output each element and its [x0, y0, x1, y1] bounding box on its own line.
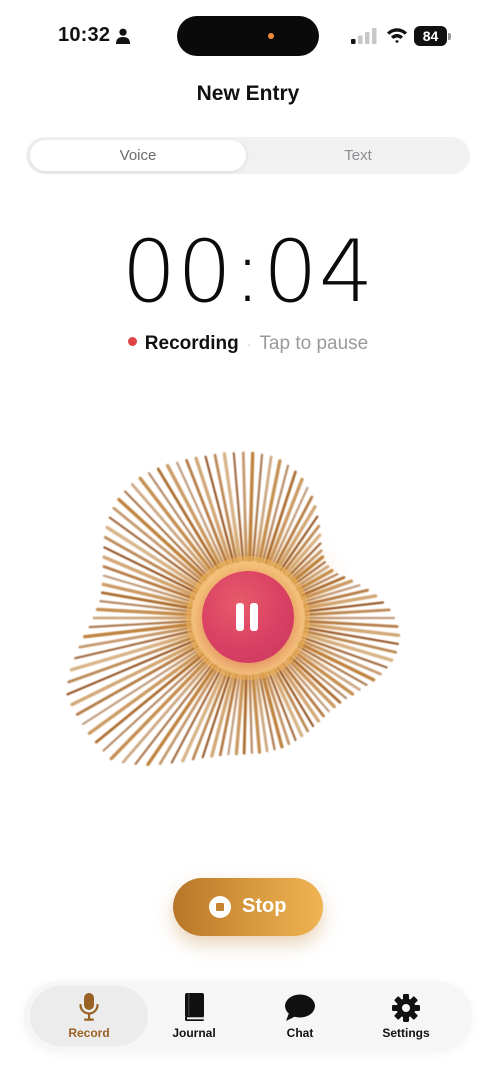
- stop-label: Stop: [242, 895, 287, 917]
- status-time: 10:32: [58, 24, 111, 46]
- tab-text[interactable]: Text: [250, 140, 466, 171]
- stop-icon: [209, 896, 231, 918]
- battery-level: 84: [414, 26, 447, 46]
- gear-icon: [392, 994, 420, 1022]
- chat-bubble-icon: [285, 994, 315, 1021]
- battery-cap: [448, 33, 451, 40]
- tab-voice[interactable]: Voice: [30, 140, 246, 171]
- person-icon: [116, 28, 130, 44]
- tab-chat-label: Chat: [286, 1026, 314, 1040]
- recording-state-label: Recording: [144, 333, 239, 354]
- tab-chat[interactable]: Chat: [254, 981, 346, 1051]
- tab-journal-label: Journal: [172, 1026, 216, 1040]
- recording-timer: 00:04: [121, 222, 375, 322]
- tab-record-label: Record: [68, 1026, 110, 1040]
- tab-journal[interactable]: Journal: [148, 981, 240, 1051]
- stop-button[interactable]: Stop: [173, 878, 323, 936]
- recording-indicator-dot: [127, 337, 137, 347]
- recording-status: Recording · Tap to pause: [0, 333, 496, 355]
- tap-to-pause-hint[interactable]: Tap to pause: [259, 333, 368, 354]
- pause-icon: [236, 603, 260, 631]
- battery-indicator: 84: [414, 26, 452, 46]
- mode-segmented-control: Voice Text: [26, 137, 470, 174]
- privacy-indicator-dot: [268, 33, 274, 39]
- book-icon: [185, 993, 204, 1021]
- tab-settings-label: Settings: [382, 1026, 430, 1040]
- dynamic-island: [177, 16, 319, 56]
- cellular-signal-icon: [351, 28, 377, 44]
- wifi-icon: [387, 28, 407, 44]
- page-title: New Entry: [196, 82, 300, 105]
- status-separator: ·: [246, 335, 252, 352]
- microphone-icon: [79, 993, 99, 1021]
- pause-bar-left: [236, 603, 244, 631]
- bottom-tab-bar: Record Journal Chat Settings: [24, 981, 472, 1051]
- tab-record[interactable]: Record: [30, 986, 148, 1046]
- tab-settings[interactable]: Settings: [360, 981, 452, 1051]
- pause-bar-right: [250, 603, 258, 631]
- pause-button[interactable]: [202, 571, 294, 663]
